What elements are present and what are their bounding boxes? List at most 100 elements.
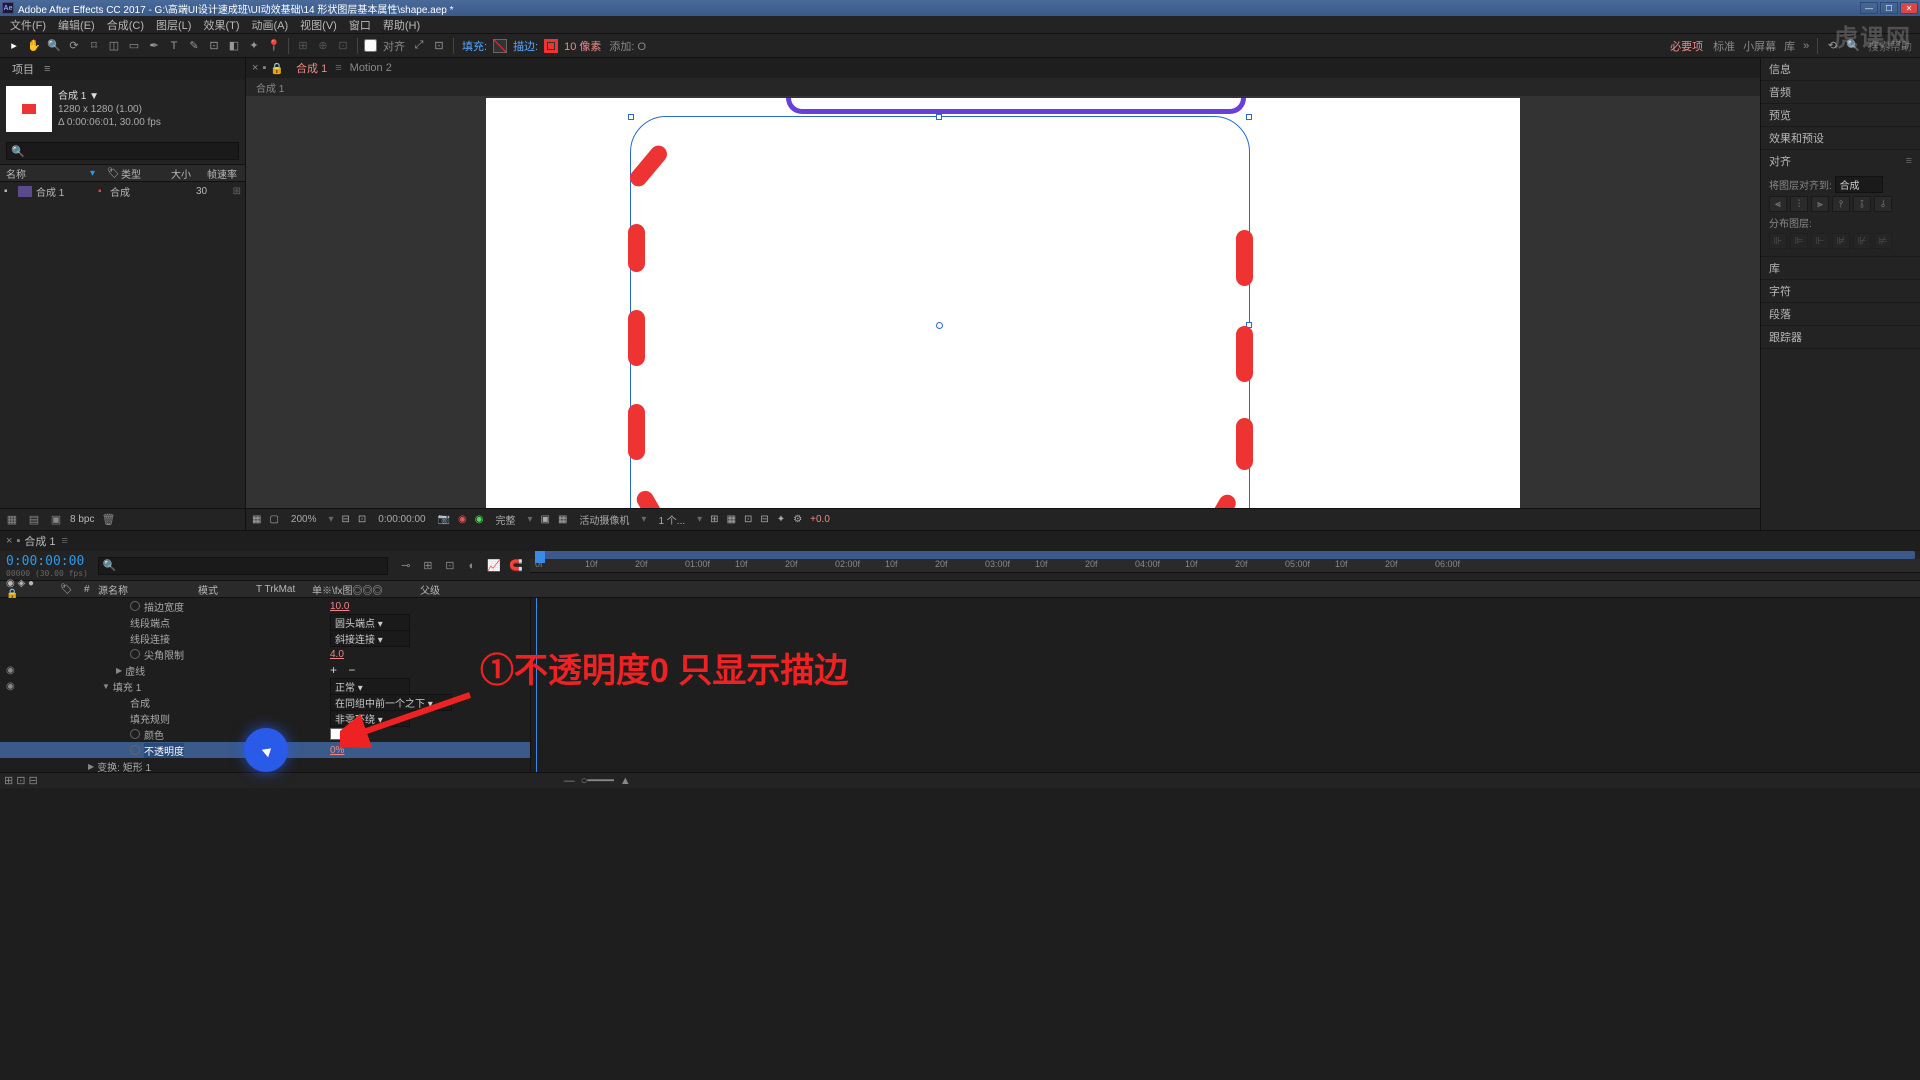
panel-info[interactable]: 信息 [1761, 58, 1920, 80]
zoom-slider[interactable]: ○━━━━ [581, 774, 614, 787]
project-tab[interactable]: 项目 [6, 59, 40, 79]
stroke-color-swatch[interactable] [544, 39, 558, 53]
transp-icon[interactable]: ▦ [558, 514, 567, 525]
playhead[interactable] [535, 551, 545, 563]
vp-icon1[interactable]: ⊞ [710, 514, 718, 525]
align-vcenter-icon[interactable]: ⫱ [1853, 196, 1871, 212]
panbehind-tool-icon[interactable]: ◫ [105, 37, 123, 55]
tl-frame-icon[interactable]: ⊡ [442, 558, 458, 574]
align-right-icon[interactable]: ⫸ [1811, 196, 1829, 212]
vp-icon3[interactable]: ⊡ [744, 514, 752, 525]
snap-opt2-icon[interactable]: ⊡ [430, 37, 448, 55]
stroke-width[interactable]: 10 像素 [564, 38, 601, 54]
tl-mb-icon[interactable]: ◐ [464, 558, 480, 574]
add-remove[interactable]: + − [330, 663, 359, 677]
menu-view[interactable]: 视图(V) [294, 17, 343, 33]
col-sw[interactable]: 单※\fx图◎◎◎ [306, 582, 414, 597]
bpc-label[interactable]: 8 bpc [70, 514, 94, 525]
workspace-standard[interactable]: 标准 [1713, 38, 1735, 54]
trash-icon[interactable]: 🗑 [100, 513, 116, 527]
minimize-button[interactable]: — [1860, 2, 1878, 14]
panel-lib[interactable]: 库 [1761, 257, 1920, 279]
add-label[interactable]: 添加: O [609, 38, 646, 54]
pen-tool-icon[interactable]: ✒ [145, 37, 163, 55]
time-ruler[interactable]: 0f10f20f01:00f10f20f02:00f10f20f03:00f10… [530, 559, 1920, 573]
color-icon[interactable]: ◉ [475, 514, 484, 525]
vp-gear-icon[interactable]: ⚙ [793, 514, 802, 525]
zoom-select[interactable]: 200% [287, 514, 321, 525]
panel-effects[interactable]: 效果和预设 [1761, 127, 1920, 149]
timecode[interactable]: 0:00:00:00 [6, 554, 88, 569]
timeline-search[interactable]: 🔍 [98, 557, 388, 575]
tl-shy-icon[interactable]: ⊸ [398, 558, 414, 574]
handle-tc[interactable] [936, 114, 942, 120]
menu-comp[interactable]: 合成(C) [101, 17, 150, 33]
project-search[interactable]: 🔍 [6, 142, 239, 160]
align-left-icon[interactable]: ⫷ [1769, 196, 1787, 212]
col-trk[interactable]: T TrkMat [250, 584, 306, 595]
menu-layer[interactable]: 图层(L) [150, 17, 197, 33]
menu-edit[interactable]: 编辑(E) [52, 17, 101, 33]
menu-help[interactable]: 帮助(H) [377, 17, 426, 33]
panel-align[interactable]: 对齐≡ [1761, 150, 1920, 172]
hand-tool-icon[interactable]: ✋ [25, 37, 43, 55]
prop-row-2[interactable]: 线段连接斜接连接 ▾ [0, 630, 530, 646]
handle-tl[interactable] [628, 114, 634, 120]
comp-tab-1[interactable]: 合成 1 [288, 58, 335, 78]
views-select[interactable]: 1 个... [654, 512, 689, 527]
tl-graph-icon[interactable]: 📈 [486, 558, 502, 574]
menu-anim[interactable]: 动画(A) [246, 17, 295, 33]
panel-audio[interactable]: 音频 [1761, 81, 1920, 103]
align-top-icon[interactable]: ⫯ [1832, 196, 1850, 212]
eraser-tool-icon[interactable]: ◧ [225, 37, 243, 55]
workspace-small[interactable]: 小屏幕 [1743, 38, 1776, 54]
vp-icon4[interactable]: ⊟ [760, 514, 768, 525]
zoom-in-icon[interactable]: ▲ [620, 775, 631, 787]
new-folder-icon[interactable]: ▣ [48, 513, 64, 527]
prop-row-3[interactable]: 尖角限制4.0 [0, 646, 530, 662]
snap-opt-icon[interactable]: ⤢ [410, 37, 428, 55]
align-target[interactable]: 合成 [1835, 176, 1883, 193]
channel-icon[interactable]: ◉ [458, 514, 467, 525]
snap-checkbox[interactable] [364, 39, 377, 52]
project-row[interactable]: ▪ 合成 1 ▪ 合成 30 ⊞ [0, 182, 245, 200]
shape-tool-icon[interactable]: ▭ [125, 37, 143, 55]
stopwatch-icon[interactable] [130, 649, 140, 659]
local-axis-icon[interactable]: ⊞ [294, 37, 312, 55]
brush-tool-icon[interactable]: ✎ [185, 37, 203, 55]
handle-tr[interactable] [1246, 114, 1252, 120]
prop-row-0[interactable]: 描边宽度10.0 [0, 598, 530, 614]
work-area[interactable] [535, 551, 1915, 559]
fill-label[interactable]: 填充: [462, 38, 487, 54]
zoom-out-icon[interactable]: — [564, 775, 575, 787]
col-fps[interactable]: 帧速率 [201, 166, 243, 181]
preview-time[interactable]: 0:00:00:00 [374, 514, 429, 525]
anchor-point-icon[interactable] [936, 322, 943, 329]
panel-preview[interactable]: 预览 [1761, 104, 1920, 126]
workspace-lib[interactable]: 库 [1784, 38, 1795, 54]
grid-icon[interactable]: ▦ [252, 514, 261, 525]
res-select[interactable]: 完整 [491, 512, 519, 527]
view-axis-icon[interactable]: ⊡ [334, 37, 352, 55]
res-icon[interactable]: ▢ [269, 514, 278, 525]
comp-thumbnail[interactable] [6, 86, 52, 132]
prop-value[interactable]: 10.0 [330, 601, 349, 612]
camera-tool-icon[interactable]: ⌑ [85, 37, 103, 55]
panel-menu-icon[interactable]: ≡ [44, 63, 50, 75]
stopwatch-icon[interactable] [130, 729, 140, 739]
selection-tool-icon[interactable]: ▸ [5, 37, 23, 55]
prop-row-1[interactable]: 线段端点圆头端点 ▾ [0, 614, 530, 630]
prop-value[interactable]: 4.0 [330, 649, 344, 660]
vp-icon5[interactable]: ✦ [777, 514, 785, 525]
text-tool-icon[interactable]: T [165, 37, 183, 55]
roto-tool-icon[interactable]: ✦ [245, 37, 263, 55]
camera-select[interactable]: 活动摄像机 [575, 512, 633, 527]
comp-breadcrumb[interactable]: 合成 1 [246, 78, 1760, 96]
panel-tracker[interactable]: 跟踪器 [1761, 326, 1920, 348]
tl-snap-icon[interactable]: 🧲 [508, 558, 524, 574]
align-bottom-icon[interactable]: ⫰ [1874, 196, 1892, 212]
mask-icon[interactable]: ⊡ [358, 514, 366, 525]
vp-icon2[interactable]: ▦ [727, 514, 736, 525]
clone-tool-icon[interactable]: ⊡ [205, 37, 223, 55]
prop-row-4[interactable]: ▶虚线+ −◉ [0, 662, 530, 678]
